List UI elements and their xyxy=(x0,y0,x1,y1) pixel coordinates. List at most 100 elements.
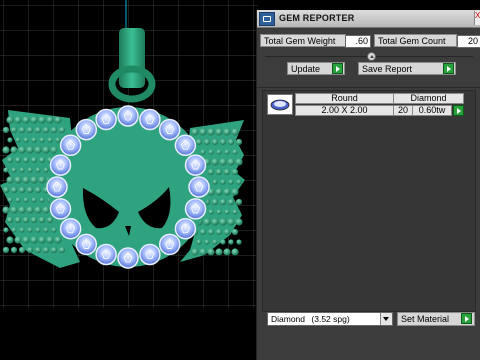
bead xyxy=(211,198,219,206)
bead xyxy=(34,186,42,194)
bead xyxy=(47,137,53,143)
gem-stone xyxy=(184,198,207,220)
bead xyxy=(30,176,38,184)
bead xyxy=(18,206,26,214)
3d-viewport[interactable] xyxy=(0,0,258,360)
update-go-icon[interactable] xyxy=(332,63,343,74)
gem-reporter-panel: GEM REPORTER X Total Gem Weight .60 Tota… xyxy=(256,10,480,360)
bead xyxy=(26,146,34,154)
bead xyxy=(199,128,207,136)
update-button-label: Update xyxy=(291,64,321,74)
gem-row-go-icon[interactable] xyxy=(453,105,464,116)
bead xyxy=(6,156,14,164)
close-icon[interactable]: X xyxy=(474,11,480,25)
save-report-go-icon[interactable] xyxy=(443,63,454,74)
gem-stone xyxy=(46,176,68,198)
gem-stone xyxy=(49,198,72,220)
bead xyxy=(215,128,223,136)
round-gem-icon[interactable] xyxy=(267,94,293,115)
chevron-down-icon[interactable] xyxy=(380,313,392,325)
gem-size-cell: 2.00 X 2.00 xyxy=(295,105,394,116)
bail xyxy=(119,28,145,88)
bead xyxy=(22,176,30,184)
bead xyxy=(227,158,235,166)
gem-stone xyxy=(174,134,197,157)
bead xyxy=(42,246,50,254)
bead xyxy=(231,228,239,236)
gem-weight-cell: 0.60tw xyxy=(412,105,452,116)
bead xyxy=(42,146,50,154)
bead xyxy=(43,227,49,233)
bead xyxy=(2,246,10,254)
bead xyxy=(14,116,22,124)
bead xyxy=(26,206,34,214)
bead xyxy=(6,216,14,224)
bead xyxy=(31,197,37,203)
bead xyxy=(215,228,223,236)
bead xyxy=(211,158,219,166)
gem-stone xyxy=(139,108,161,131)
bead xyxy=(22,216,30,224)
bead xyxy=(14,216,22,224)
collapse-toggle-icon[interactable] xyxy=(367,52,376,61)
set-material-button[interactable]: Set Material xyxy=(397,312,475,326)
bead xyxy=(228,179,234,185)
bead xyxy=(6,116,14,124)
save-report-button[interactable]: Save Report xyxy=(358,62,456,75)
bead xyxy=(2,126,10,134)
bead xyxy=(39,137,45,143)
bead xyxy=(220,179,226,185)
bead xyxy=(11,167,17,173)
skull-disc xyxy=(48,107,208,267)
bead xyxy=(203,218,211,226)
set-material-go-icon[interactable] xyxy=(461,313,472,324)
bead xyxy=(50,246,58,254)
bead xyxy=(236,239,242,245)
gem-reporter-icon xyxy=(259,12,275,26)
bead xyxy=(58,126,66,134)
bead xyxy=(227,218,235,226)
header-round: Round xyxy=(295,93,394,104)
bead xyxy=(223,128,231,136)
bead xyxy=(18,146,26,154)
gem-count-cell: 20 xyxy=(393,105,413,116)
bead xyxy=(46,216,54,224)
bead xyxy=(38,236,46,244)
bead xyxy=(19,167,25,173)
gem-stone xyxy=(59,217,82,240)
bead xyxy=(207,248,215,256)
bead xyxy=(55,137,61,143)
total-gem-count-label: Total Gem Count xyxy=(374,34,457,47)
update-button[interactable]: Update xyxy=(287,62,345,75)
bead xyxy=(227,198,235,206)
bead xyxy=(231,168,239,176)
bead xyxy=(18,126,26,134)
bead xyxy=(216,209,222,215)
bead xyxy=(50,126,58,134)
bead xyxy=(46,116,54,124)
gem-stone xyxy=(188,176,210,198)
bead xyxy=(22,236,30,244)
material-selected-value: Diamond xyxy=(271,314,306,324)
bead xyxy=(34,126,42,134)
bead xyxy=(30,156,38,164)
bead xyxy=(223,168,231,176)
bead xyxy=(223,248,231,256)
bead xyxy=(23,197,29,203)
bead xyxy=(191,128,199,136)
bead xyxy=(10,126,18,134)
bead xyxy=(212,179,218,185)
panel-title: GEM REPORTER xyxy=(279,13,355,23)
bead xyxy=(27,227,33,233)
bead xyxy=(27,167,33,173)
bead xyxy=(3,227,9,233)
material-select[interactable]: Diamond (3.52 spg) xyxy=(267,312,393,326)
bead xyxy=(236,179,242,185)
gem-results-list[interactable]: Round Diamond 2.00 X 2.00 20 0.60tw xyxy=(262,90,476,312)
panel-titlebar[interactable]: GEM REPORTER X xyxy=(257,10,480,28)
bead xyxy=(235,198,243,206)
bead xyxy=(207,168,215,176)
bead xyxy=(34,206,42,214)
gem-stone xyxy=(75,233,98,256)
bead xyxy=(204,239,210,245)
